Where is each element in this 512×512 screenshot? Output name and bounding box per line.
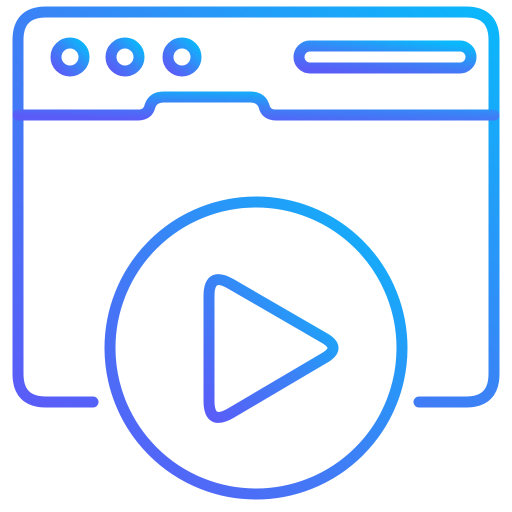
icon-canvas [0,0,512,512]
window-dot-icon [162,37,202,77]
play-circle-icon [104,196,408,500]
video-player-browser-icon [12,6,500,500]
address-bar-icon [293,40,477,74]
play-triangle-icon [203,274,339,423]
window-dot-icon [105,37,145,77]
window-dot-icon [50,37,90,77]
tab-bump-icon [12,91,500,121]
